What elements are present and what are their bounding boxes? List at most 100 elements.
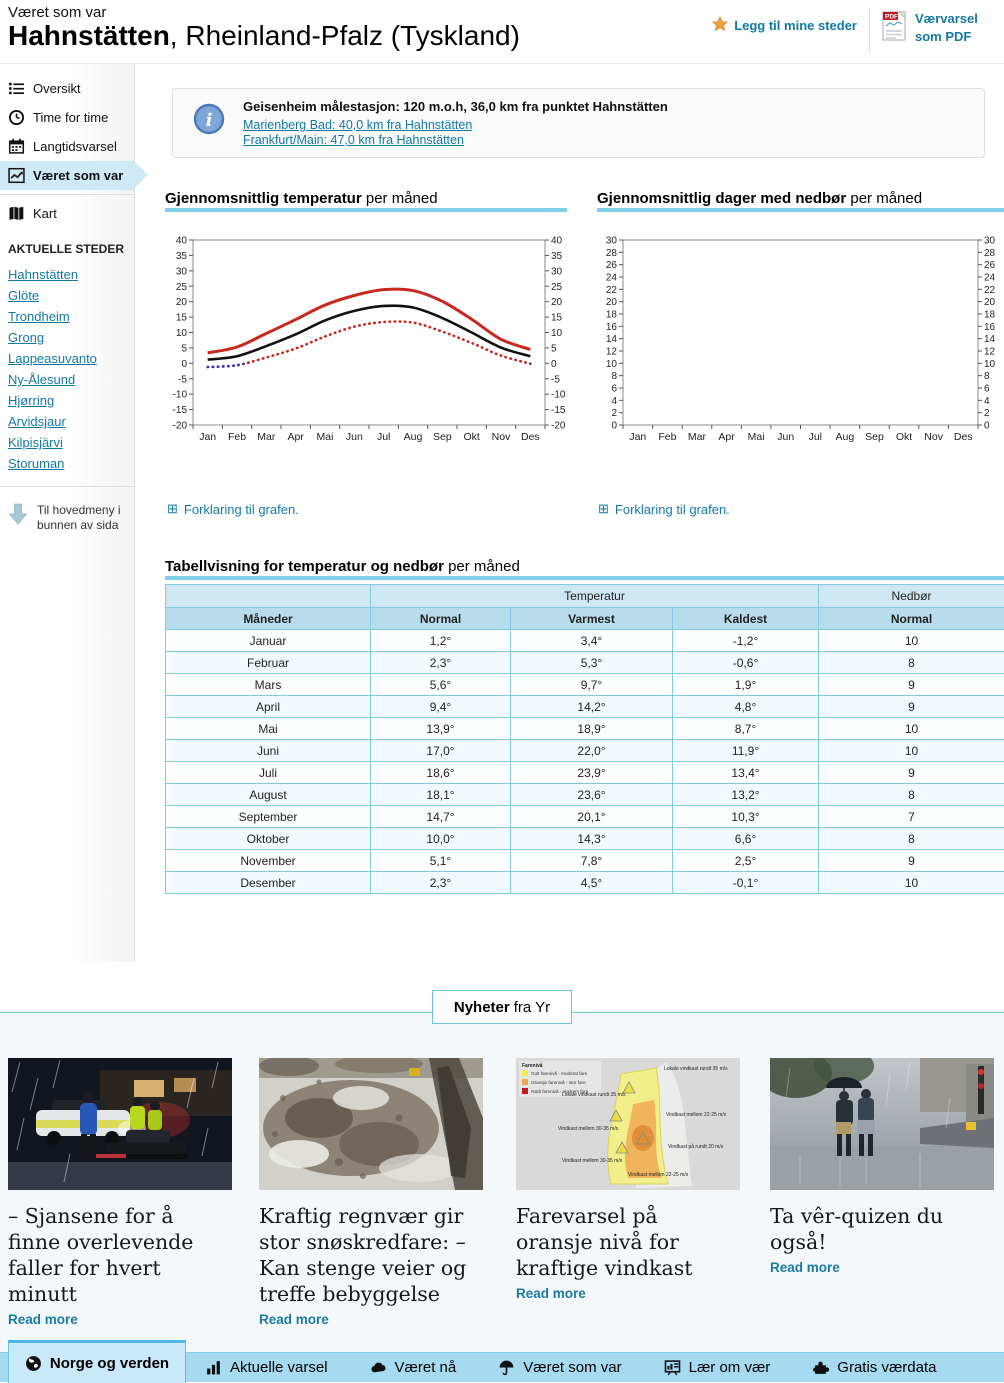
svg-text:30: 30	[551, 266, 563, 277]
table-title: Tabellvisning for temperatur og nedbør p…	[165, 558, 520, 575]
sidebar-item-kart[interactable]: Kart	[0, 199, 134, 228]
svg-text:Vindkast mellom 22-25 m/s: Vindkast mellom 22-25 m/s	[666, 1112, 727, 1118]
read-more-link[interactable]: Read more	[259, 1312, 483, 1327]
precip-chart-title: Gjennomsnittlig dager med nedbør per mån…	[597, 190, 922, 207]
station-link-frankfurt[interactable]: Frankfurt/Main: 47,0 km fra Hahnstätten	[243, 133, 472, 147]
svg-text:0: 0	[984, 421, 990, 432]
place-link[interactable]: Trondheim	[0, 306, 134, 327]
svg-text:Jan: Jan	[629, 431, 646, 442]
place-link[interactable]: Ny-Ålesund	[0, 369, 134, 390]
bottom-nav-v-ret-n-[interactable]: Været nå	[370, 1359, 457, 1376]
news-headline[interactable]: Ta vêr-quizen du også!	[770, 1203, 994, 1255]
svg-text:Jul: Jul	[377, 431, 390, 442]
news-image-rescue-night[interactable]	[8, 1058, 232, 1190]
place-link[interactable]: Arvidsjaur	[0, 411, 134, 432]
news-image-avalanche[interactable]	[259, 1058, 483, 1190]
svg-text:6: 6	[984, 384, 990, 395]
sidebar-item-time-for-time[interactable]: Time for time	[0, 103, 134, 132]
svg-text:Des: Des	[521, 431, 540, 442]
table-row: Oktober10,0°14,3°6,6°8	[166, 828, 1004, 850]
svg-text:Apr: Apr	[287, 431, 304, 442]
svg-text:Des: Des	[954, 431, 973, 442]
svg-text:5: 5	[551, 343, 557, 354]
sidebar-divider	[0, 486, 134, 487]
svg-text:10: 10	[606, 359, 618, 370]
news-card: Kraftig regnvær gir stor snøskredfare: –…	[259, 1058, 483, 1327]
svg-text:-15: -15	[551, 405, 566, 416]
read-more-link[interactable]: Read more	[770, 1260, 994, 1275]
svg-text:Lokale vindkast rundt 35 m/s: Lokale vindkast rundt 35 m/s	[562, 1092, 626, 1098]
place-link[interactable]: Lappeasuvanto	[0, 348, 134, 369]
table-empty-cell	[166, 585, 371, 608]
svg-text:Nov: Nov	[924, 431, 943, 442]
read-more-link[interactable]: Read more	[516, 1286, 740, 1301]
sidebar-item-oversikt[interactable]: Oversikt	[0, 74, 134, 103]
place-link[interactable]: Storuman	[0, 453, 134, 474]
calendar-icon	[8, 138, 25, 155]
svg-text:24: 24	[606, 273, 618, 284]
svg-text:35: 35	[551, 251, 563, 262]
station-text: Geisenheim målestasjon: 120 m.o.h, 36,0 …	[243, 99, 668, 114]
svg-text:PDF: PDF	[885, 14, 898, 21]
bottom-nav-l-r-om-v-r[interactable]: Lær om vær	[664, 1359, 771, 1376]
presentation-icon	[664, 1359, 681, 1376]
svg-text:Mar: Mar	[257, 431, 276, 442]
news-headline[interactable]: – Sjansene for å finne overlevende falle…	[8, 1203, 232, 1307]
page-title-region: , Rheinland-Pfalz (Tyskland)	[170, 20, 520, 51]
sidebar-item-v-ret-som-var[interactable]: Været som var	[0, 161, 134, 190]
add-to-my-places-link[interactable]: Legg til mine steder	[712, 16, 857, 35]
sidebar-divider	[0, 194, 134, 195]
svg-text:18: 18	[606, 310, 618, 321]
bottom-nav-v-ret-som-var[interactable]: Været som var	[498, 1359, 621, 1376]
read-more-link[interactable]: Read more	[8, 1312, 232, 1327]
place-link[interactable]: Grong	[0, 327, 134, 348]
place-link[interactable]: Hahnstätten	[0, 264, 134, 285]
svg-text:Apr: Apr	[718, 431, 735, 442]
news-image-rain-street[interactable]	[770, 1058, 994, 1190]
table-row: Juni17,0°22,0°11,9°10	[166, 740, 1004, 762]
table-title-underline	[165, 576, 1004, 580]
temp-chart-explanation-link[interactable]: ⊞Forklaring til grafen.	[167, 501, 299, 517]
news-heading: Nyheterfra Yr	[432, 990, 572, 1024]
svg-text:28: 28	[984, 248, 996, 259]
svg-text:26: 26	[606, 260, 618, 271]
svg-text:12: 12	[984, 347, 996, 358]
sidebar-item-langtidsvarsel[interactable]: Langtidsvarsel	[0, 132, 134, 161]
place-link[interactable]: Glöte	[0, 285, 134, 306]
svg-text:10: 10	[984, 359, 996, 370]
svg-text:0: 0	[551, 359, 557, 370]
precip-chart-explanation-link[interactable]: ⊞Forklaring til grafen.	[598, 501, 730, 517]
svg-text:25: 25	[551, 282, 563, 293]
svg-text:Aug: Aug	[404, 431, 423, 442]
bottom-nav-aktuelle-varsel[interactable]: Aktuelle varsel	[205, 1359, 328, 1376]
svg-text:Vindkast på rundt 20 m/s: Vindkast på rundt 20 m/s	[668, 1143, 724, 1150]
svg-text:10: 10	[176, 328, 188, 339]
umbrella-icon	[498, 1359, 515, 1376]
precipitation-chart: 1089910109878910002244668810101212141416…	[597, 226, 1004, 442]
station-info-box: i Geisenheim målestasjon: 120 m.o.h, 36,…	[172, 88, 985, 158]
table-row: August18,1°23,6°13,2°8	[166, 784, 1004, 806]
pdf-forecast-link[interactable]: PDF Værvarsel som PDF	[882, 8, 1000, 47]
svg-text:20: 20	[551, 297, 563, 308]
page-section-label: Været som var	[8, 4, 106, 21]
svg-text:Oransje farenivå - stor fare: Oransje farenivå - stor fare	[531, 1079, 586, 1085]
to-main-menu-link[interactable]: Til hovedmeny i bunnen av sida	[0, 491, 134, 533]
table-row: Mai13,9°18,9°8,7°10	[166, 718, 1004, 740]
news-headline[interactable]: Farevarsel på oransje nivå for kraftige …	[516, 1203, 740, 1281]
svg-text:Gult farenivå - moderat fare: Gult farenivå - moderat fare	[531, 1070, 588, 1076]
svg-text:16: 16	[984, 322, 996, 333]
place-link[interactable]: Kilpisjärvi	[0, 432, 134, 453]
svg-text:2: 2	[611, 408, 617, 419]
station-link-marienberg[interactable]: Marienberg Bad: 40,0 km fra Hahnstätten	[243, 118, 472, 132]
bottom-nav-gratis-v-rdata[interactable]: Gratis værdata	[812, 1359, 936, 1376]
page-title: Hahnstätten, Rheinland-Pfalz (Tyskland)	[8, 20, 520, 52]
svg-text:15: 15	[551, 313, 563, 324]
place-link[interactable]: Hjørring	[0, 390, 134, 411]
svg-text:8: 8	[984, 371, 990, 382]
table-group-temperature: Temperatur	[371, 585, 819, 608]
temp-title-underline	[165, 208, 567, 212]
news-headline[interactable]: Kraftig regnvær gir stor snøskredfare: –…	[259, 1203, 483, 1307]
news-image-warning-map[interactable]: Farenivå Gult farenivå - moderat fareOra…	[516, 1058, 740, 1190]
svg-text:Jul: Jul	[809, 431, 822, 442]
bottom-nav-norge-og-verden[interactable]: Norge og verden	[8, 1340, 186, 1383]
